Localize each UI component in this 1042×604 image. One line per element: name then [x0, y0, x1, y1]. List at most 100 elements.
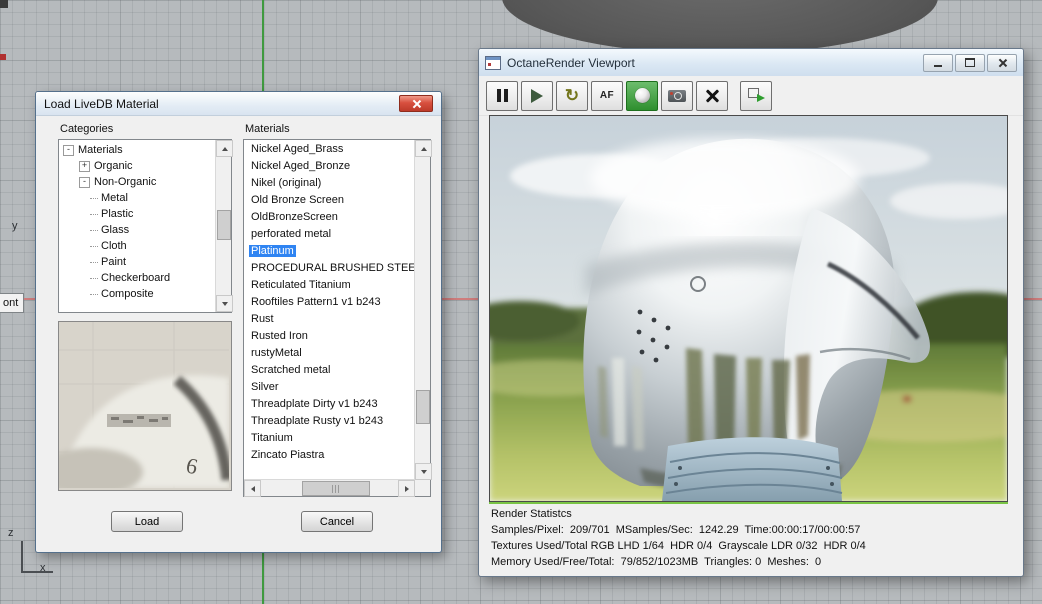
material-item-nikel-original[interactable]: Nikel (original) — [245, 175, 415, 192]
restart-render-button[interactable]: ↻ — [556, 80, 588, 111]
tree-item-label: Organic — [94, 160, 133, 172]
material-item-threadplate-rusty-v1-b243[interactable]: Threadplate Rusty v1 b243 — [245, 413, 415, 430]
scrollbar-thumb[interactable] — [217, 210, 231, 240]
material-item-titanium[interactable]: Titanium — [245, 430, 415, 447]
export-render-button[interactable] — [740, 80, 772, 111]
scroll-right-button[interactable] — [398, 480, 415, 497]
tree-item-label: Plastic — [101, 208, 134, 220]
minimize-button[interactable] — [923, 53, 953, 72]
material-item-oldbronzescreen[interactable]: OldBronzeScreen — [245, 209, 415, 226]
pause-render-button[interactable] — [486, 80, 518, 111]
tree-item-non-organic[interactable]: - Non-Organic — [60, 174, 216, 190]
tree-item-composite[interactable]: Composite — [60, 286, 216, 302]
stats-samples-line: Samples/Pixel: 209/701 MSamples/Sec: 124… — [491, 524, 861, 536]
axis-z-label: z — [8, 527, 14, 539]
tree-item-label: Checkerboard — [101, 272, 171, 284]
tree-item-plastic[interactable]: Plastic — [60, 206, 216, 222]
window-close-button[interactable] — [987, 53, 1017, 72]
tree-item-organic[interactable]: + Organic — [60, 158, 216, 174]
scroll-down-button[interactable] — [415, 463, 432, 480]
categories-tree-box: - Materials + Organic - Non-Organic Metal Plast… — [58, 139, 233, 313]
load-livedb-material-dialog: Load LiveDB Material Categories Material… — [35, 91, 442, 553]
tree-item-glass[interactable]: Glass — [60, 222, 216, 238]
material-item-label: rustyMetal — [251, 347, 302, 359]
viewport-name-label: ont — [3, 297, 19, 309]
cancel-button[interactable]: Cancel — [301, 511, 373, 532]
material-preview: 6 — [58, 321, 232, 491]
tree-item-label: Materials — [78, 144, 123, 156]
scroll-up-button[interactable] — [415, 140, 432, 157]
category-tree: - Materials + Organic - Non-Organic Metal Plast… — [60, 142, 216, 311]
arrow-left-icon — [250, 485, 255, 492]
material-picker-button[interactable] — [626, 80, 658, 111]
dialog-title-bar[interactable]: Load LiveDB Material — [36, 92, 441, 116]
scroll-up-button[interactable] — [216, 140, 233, 157]
material-item-label: Zincato Piastra — [251, 449, 325, 461]
autofocus-button[interactable]: AF — [591, 80, 623, 111]
tree-connector — [90, 293, 98, 295]
material-item-rooftiles-pattern1-v1-b243[interactable]: Rooftiles Pattern1 v1 b243 — [245, 294, 415, 311]
material-item-threadplate-dirty-v1-b243[interactable]: Threadplate Dirty v1 b243 — [245, 396, 415, 413]
scrollbar-thumb[interactable] — [416, 390, 430, 424]
tree-connector — [90, 245, 98, 247]
render-view[interactable] — [489, 115, 1008, 502]
material-item-zincato-piastra[interactable]: Zincato Piastra — [245, 447, 415, 464]
axis-gizmo-z-line — [21, 541, 23, 573]
material-item-label: Reticulated Titanium — [251, 279, 351, 291]
tree-item-label: Paint — [101, 256, 127, 268]
tree-item-checkerboard[interactable]: Checkerboard — [60, 270, 216, 286]
tree-item-materials[interactable]: - Materials — [60, 142, 216, 158]
material-item-silver[interactable]: Silver — [245, 379, 415, 396]
tree-connector — [90, 213, 98, 215]
material-item-nickel-aged-bronze[interactable]: Nickel Aged_Bronze — [245, 158, 415, 175]
material-item-platinum[interactable]: Platinum — [245, 243, 415, 260]
camera-icon — [668, 89, 686, 102]
tree-item-metal[interactable]: Metal — [60, 190, 216, 206]
dialog-close-button[interactable] — [399, 95, 433, 112]
material-item-label: Rooftiles Pattern1 v1 b243 — [251, 296, 381, 308]
material-item-label: Old Bronze Screen — [251, 194, 344, 206]
scroll-down-button[interactable] — [216, 295, 233, 312]
scroll-left-button[interactable] — [244, 480, 261, 497]
material-item-rust[interactable]: Rust — [245, 311, 415, 328]
octane-window-title: OctaneRender Viewport — [507, 55, 635, 70]
material-item-label: Rust — [251, 313, 274, 325]
arrow-down-icon — [221, 301, 228, 306]
application-icon — [485, 55, 501, 70]
material-item-scratched-metal[interactable]: Scratched metal — [245, 362, 415, 379]
tree-item-paint[interactable]: Paint — [60, 254, 216, 270]
camera-picker-button[interactable] — [661, 80, 693, 111]
scrollbar-thumb[interactable] — [302, 481, 370, 496]
tree-item-label: Non-Organic — [94, 176, 157, 188]
octane-title-bar[interactable]: OctaneRender Viewport — [479, 49, 1023, 77]
load-button[interactable]: Load — [111, 511, 183, 532]
material-item-label: perforated metal — [251, 228, 332, 240]
maximize-button[interactable] — [955, 53, 985, 72]
octane-toolbar: ↻ AF — [479, 76, 1023, 116]
model-silhouette — [502, 0, 938, 54]
viewport-name-tab[interactable]: ont — [0, 293, 25, 313]
axis-gizmo-x-line — [21, 571, 53, 573]
material-item-procedural-brushed-steel[interactable]: PROCEDURAL BRUSHED STEEL — [245, 260, 415, 277]
material-item-label: Threadplate Rusty v1 b243 — [251, 415, 384, 427]
expand-icon[interactable]: + — [79, 160, 90, 172]
resume-render-button[interactable] — [521, 80, 553, 111]
render-image — [490, 116, 1007, 501]
material-item-reticulated-titanium[interactable]: Reticulated Titanium — [245, 277, 415, 294]
collapse-icon[interactable]: - — [63, 144, 74, 156]
material-item-old-bronze-screen[interactable]: Old Bronze Screen — [245, 192, 415, 209]
material-item-rusted-iron[interactable]: Rusted Iron — [245, 328, 415, 345]
render-statistics: Render Statistcs Samples/Pixel: 209/701 … — [491, 506, 1015, 570]
stop-render-button[interactable] — [696, 80, 728, 111]
material-item-label: Threadplate Dirty v1 b243 — [251, 398, 378, 410]
list-vertical-scrollbar[interactable] — [414, 140, 432, 480]
material-item-rustymetal[interactable]: rustyMetal — [245, 345, 415, 362]
tree-vertical-scrollbar[interactable] — [215, 140, 233, 312]
tree-item-cloth[interactable]: Cloth — [60, 238, 216, 254]
collapse-icon[interactable]: - — [79, 176, 90, 188]
list-horizontal-scrollbar[interactable] — [244, 479, 415, 497]
material-item-label: Platinum — [249, 245, 296, 257]
material-item-label: Scratched metal — [251, 364, 331, 376]
material-item-perforated-metal[interactable]: perforated metal — [245, 226, 415, 243]
material-item-nickel-aged-brass[interactable]: Nickel Aged_Brass — [245, 141, 415, 158]
